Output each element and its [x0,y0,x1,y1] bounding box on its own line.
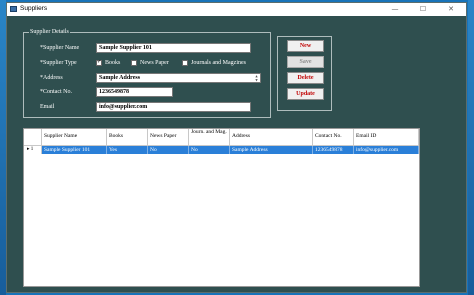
address-value: Sample Address [99,75,141,81]
column-header-books[interactable]: Books [107,129,148,146]
supplier-details-group: Supplier Details *Supplier Name Sample S… [23,29,271,118]
desktop-background-right [468,0,474,295]
contact-label: *Contact No. [40,89,72,95]
journals-checkbox-label: Journals and Magzines [191,60,246,66]
news-paper-checkbox[interactable] [131,60,137,66]
contact-input[interactable]: 1236549878 [96,87,173,97]
column-header-supplier-name[interactable]: Supplier Name [42,129,107,146]
journals-checkbox[interactable] [182,60,188,66]
window-title: Suppliers [20,5,48,12]
row-index: 1 [30,147,34,152]
column-header-journals[interactable]: Journ. and Mag. [189,129,230,146]
supplier-name-label: *Supplier Name [40,45,80,51]
address-input[interactable]: Sample Address ▲ ▼ [96,73,261,83]
books-checkbox[interactable]: ✓ [96,60,102,66]
action-buttons-group: New Save Delete Update [277,36,332,111]
new-button[interactable]: New [287,40,324,52]
column-header-contact-no[interactable]: Contact No. [313,129,354,146]
update-button[interactable]: Update [287,88,324,100]
row-header[interactable]: ▸ 1 [24,146,42,154]
cell-books[interactable]: Yes [107,146,148,154]
supplier-name-input[interactable]: Sample Supplier 101 [96,43,251,53]
row-selector-icon: ▸ [27,147,30,152]
address-label: *Address [40,75,63,81]
cell-supplier-name[interactable]: Sample Supplier 101 [42,146,107,154]
minimize-button[interactable]: — [381,3,409,16]
maximize-button[interactable]: ☐ [409,3,437,16]
cell-contact-no[interactable]: 1236549878 [313,146,354,154]
supplier-type-label: *Supplier Type [40,60,77,66]
app-icon [10,6,17,12]
delete-button[interactable]: Delete [287,72,324,84]
cell-journals[interactable]: No [189,146,230,154]
save-button[interactable]: Save [287,56,324,68]
cell-email-id[interactable]: info@supplier.com [354,146,419,154]
row-header-corner [24,129,42,146]
address-scroll-arrows[interactable]: ▲ ▼ [254,74,259,82]
supplier-details-legend: Supplier Details [29,29,70,35]
news-paper-checkbox-label: News Paper [140,60,169,66]
close-button[interactable]: ✕ [437,3,465,16]
books-checkbox-label: Books [105,60,121,66]
title-bar[interactable]: Suppliers — ☐ ✕ [7,3,466,16]
email-label: Email [40,104,55,110]
column-header-email-id[interactable]: Email ID [354,129,419,146]
cell-news-paper[interactable]: No [148,146,189,154]
suppliers-window: Suppliers — ☐ ✕ Supplier Details *Suppli… [6,2,467,293]
cell-address[interactable]: Sample Address [230,146,313,154]
column-header-address[interactable]: Address [230,129,313,146]
email-input[interactable]: info@supplier.com [96,102,251,112]
suppliers-grid[interactable]: Supplier Name Books News Paper Journ. an… [23,128,420,287]
table-row[interactable]: ▸ 1 Sample Supplier 101 Yes No No Sample… [24,146,419,154]
column-header-news-paper[interactable]: News Paper [148,129,189,146]
